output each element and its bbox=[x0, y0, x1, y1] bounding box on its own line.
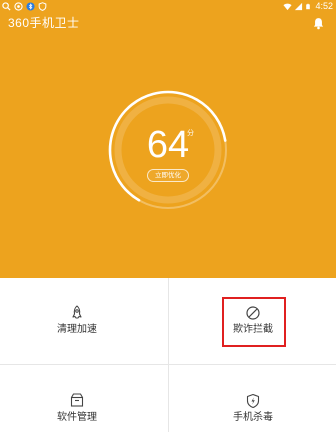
tile-cleanup[interactable]: 清理加速 bbox=[0, 278, 168, 364]
optimize-button[interactable]: 立即优化 bbox=[147, 169, 189, 182]
tile-label: 清理加速 bbox=[57, 324, 97, 335]
wifi-icon bbox=[283, 3, 293, 10]
status-bar-notifications bbox=[2, 2, 47, 11]
status-bar-system: 4:52 bbox=[283, 0, 333, 12]
circle-icon bbox=[14, 2, 23, 11]
search-icon bbox=[2, 2, 11, 11]
score-unit: 分 bbox=[187, 129, 194, 137]
bluetooth-icon bbox=[26, 2, 35, 11]
rocket-icon bbox=[72, 305, 82, 319]
status-time: 4:52 bbox=[315, 1, 333, 11]
box-icon bbox=[70, 393, 84, 407]
tile-app-manager[interactable]: 软件管理 bbox=[0, 364, 168, 432]
battery-icon bbox=[306, 3, 311, 9]
score-value: 64 bbox=[146, 124, 190, 166]
signal-icon bbox=[295, 2, 303, 10]
tile-label: 手机杀毒 bbox=[233, 412, 273, 423]
highlight-box bbox=[222, 297, 286, 347]
bell-icon[interactable] bbox=[312, 17, 325, 30]
app-title: 360手机卫士 bbox=[8, 16, 80, 30]
shield-bolt-icon bbox=[246, 393, 260, 409]
shield-icon bbox=[38, 2, 47, 11]
tile-antivirus[interactable]: 手机杀毒 bbox=[168, 364, 336, 432]
status-bar: 4:52 bbox=[0, 0, 336, 13]
tile-label: 软件管理 bbox=[57, 412, 97, 423]
header-panel: 4:52 360手机卫士 64 分 立即优化 bbox=[0, 0, 336, 278]
